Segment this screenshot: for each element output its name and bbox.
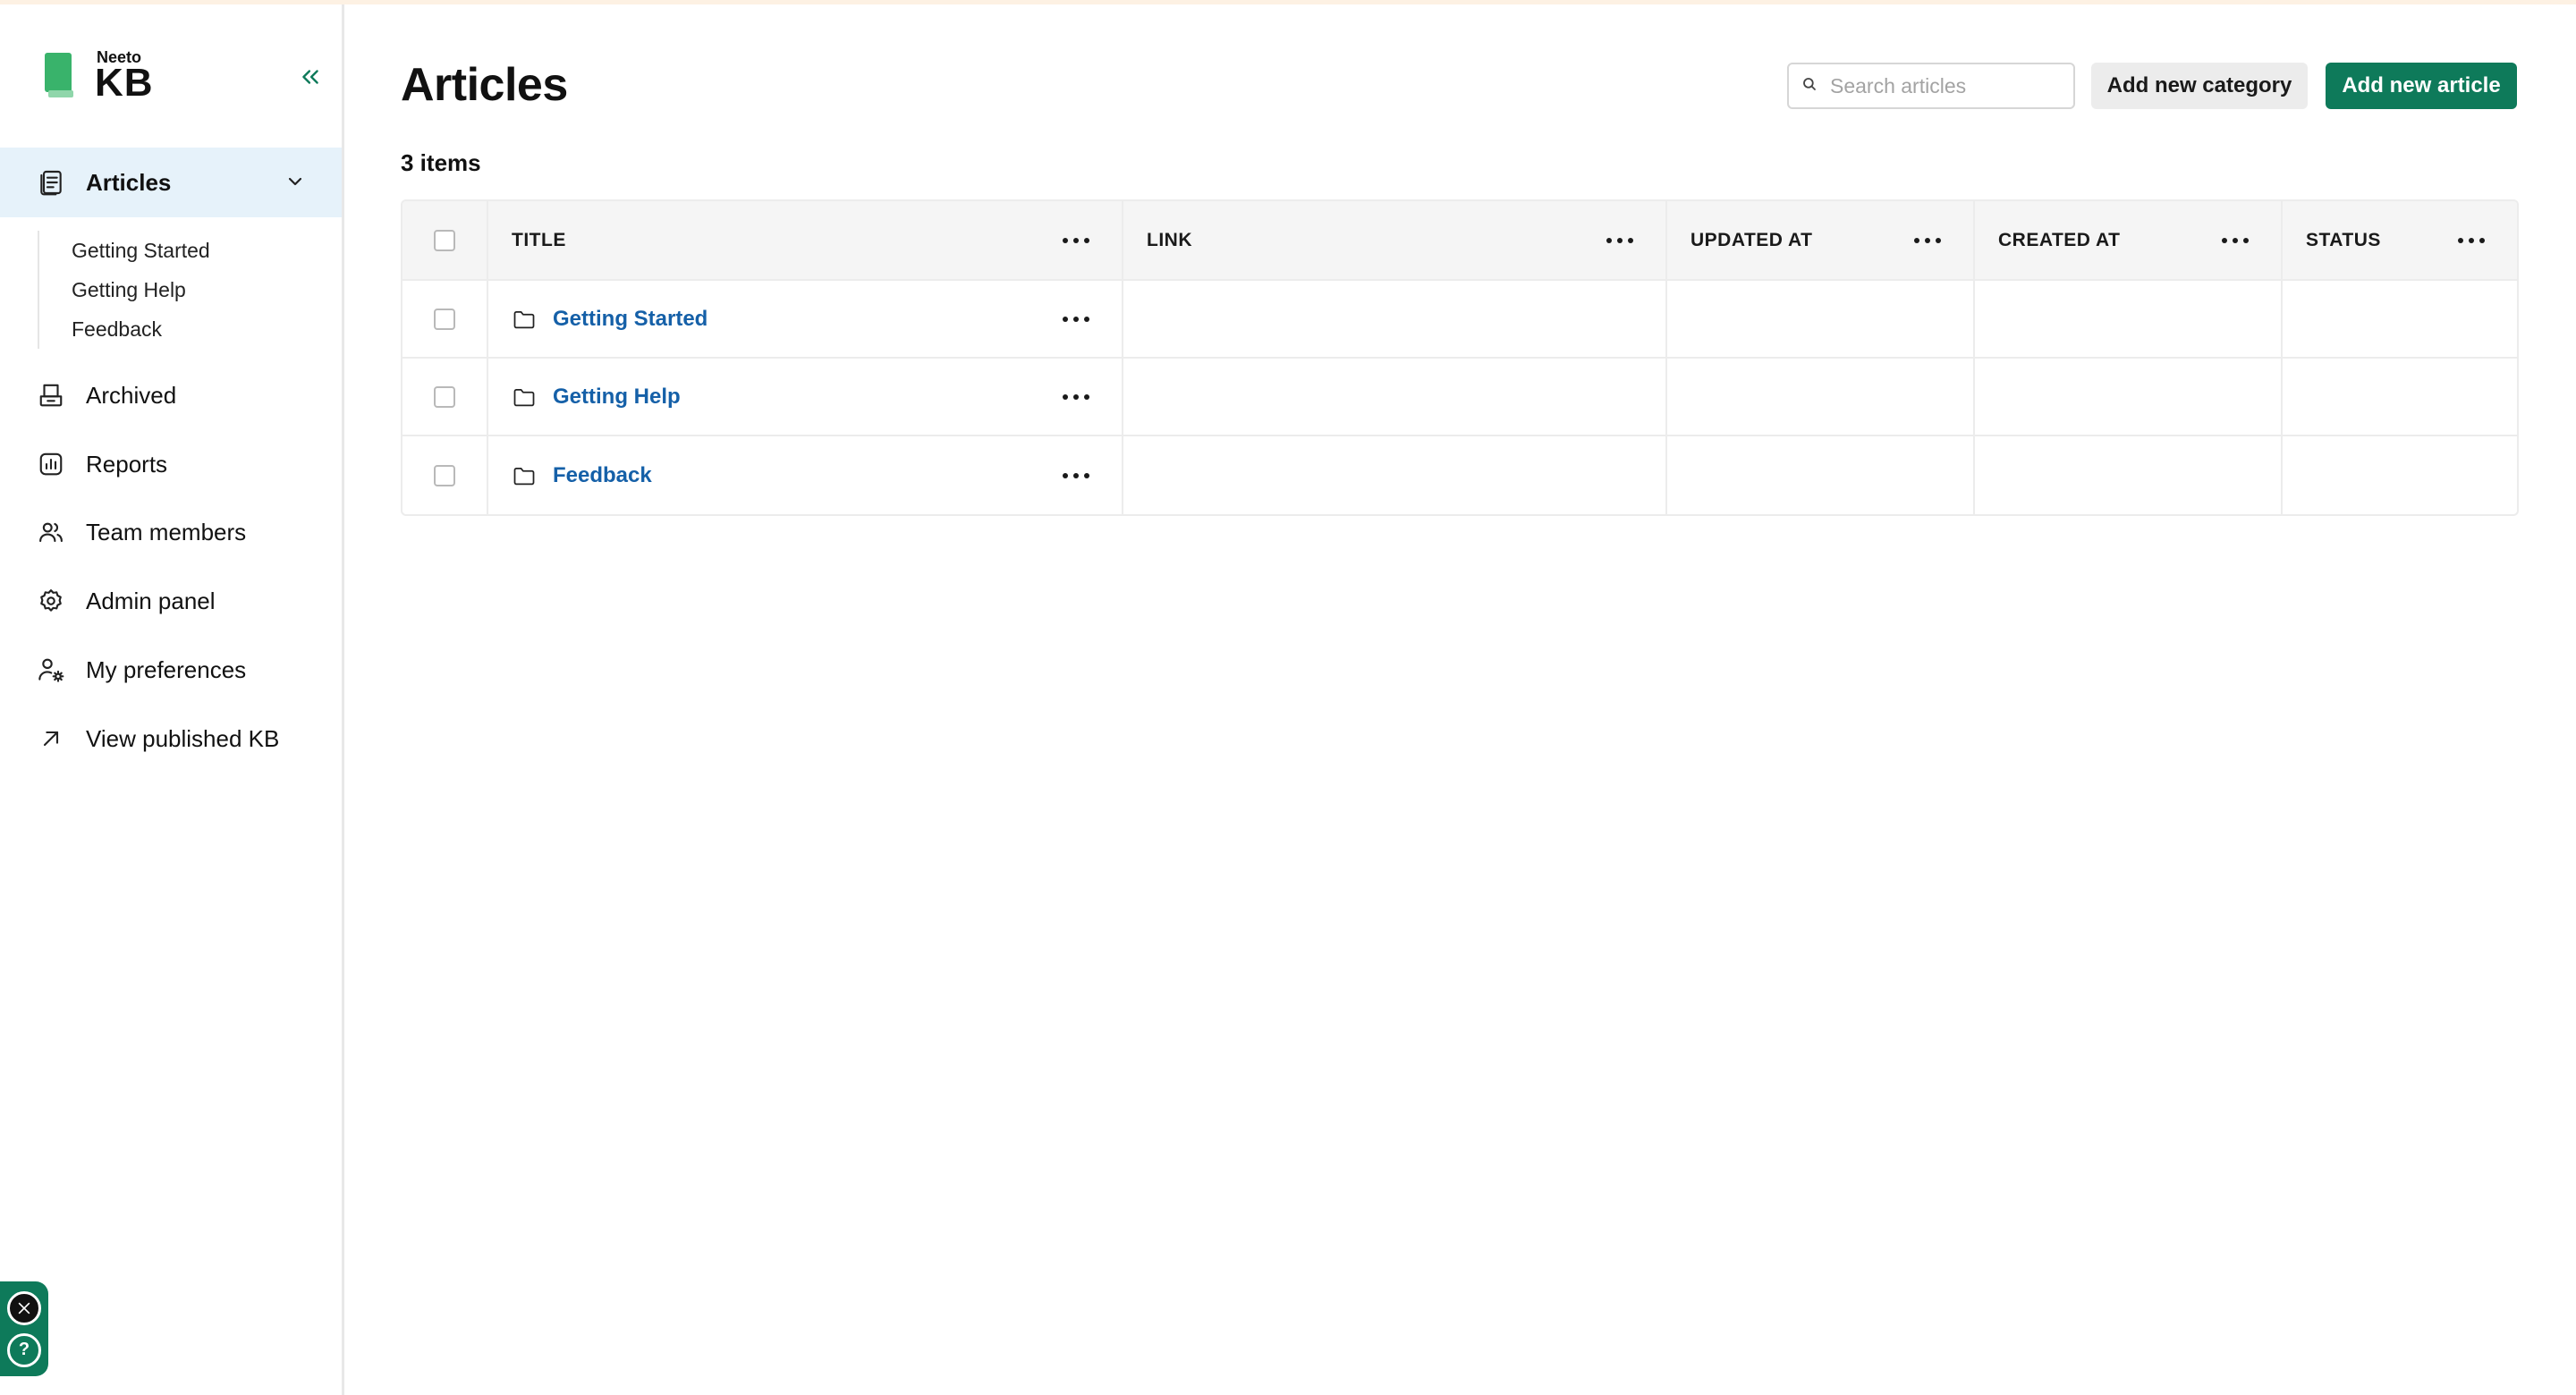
book-logo-icon — [41, 49, 77, 103]
sidebar-item-label: Articles — [86, 168, 172, 196]
articles-icon — [36, 167, 66, 198]
search-icon — [1801, 76, 1818, 97]
column-menu-icon[interactable] — [1606, 232, 1633, 249]
articles-subnav: Getting Started Getting Help Feedback — [38, 231, 324, 349]
column-menu-icon[interactable] — [1063, 232, 1089, 249]
table-row[interactable]: Feedback — [402, 436, 2517, 514]
column-header-title[interactable]: TITLE — [512, 230, 566, 251]
sidebar-item-team-members[interactable]: Team members — [36, 505, 322, 559]
sidebar-item-label: Archived — [86, 381, 177, 409]
chat-widget-icon[interactable] — [7, 1290, 41, 1325]
column-menu-icon[interactable] — [1914, 232, 1941, 249]
help-widget: ? — [0, 1281, 48, 1376]
sidebar-item-label: View published KB — [86, 724, 280, 752]
category-title-link[interactable]: Feedback — [553, 463, 652, 488]
row-menu-icon[interactable] — [1063, 310, 1089, 328]
sidebar-subitem-getting-help[interactable]: Getting Help — [39, 270, 324, 309]
sidebar-item-label: Admin panel — [86, 587, 216, 614]
main-content: Articles 3 items Add new category Add ne… — [347, 4, 2576, 1395]
sidebar-item-label: Reports — [86, 450, 168, 478]
row-checkbox[interactable] — [434, 308, 455, 330]
folder-icon — [512, 462, 538, 489]
sidebar-subitem-feedback[interactable]: Feedback — [39, 309, 324, 349]
select-all-checkbox[interactable] — [434, 229, 455, 251]
sidebar: Neeto KB Articles Getting Started Gettin… — [0, 4, 344, 1395]
external-arrow-icon — [36, 723, 66, 754]
items-count: 3 items — [401, 149, 481, 176]
sidebar-item-my-preferences[interactable]: My preferences — [36, 643, 322, 697]
table-header-row: TITLE LINK UPDATED AT CREATED AT STATUS — [402, 201, 2517, 281]
sidebar-item-articles[interactable]: Articles — [0, 148, 342, 217]
row-checkbox[interactable] — [434, 464, 455, 486]
row-menu-icon[interactable] — [1063, 467, 1089, 485]
table-row[interactable]: Getting Started — [402, 281, 2517, 359]
categories-table: TITLE LINK UPDATED AT CREATED AT STATUS — [401, 199, 2519, 516]
table-row[interactable]: Getting Help — [402, 359, 2517, 436]
sidebar-item-admin-panel[interactable]: Admin panel — [36, 574, 322, 628]
category-title-link[interactable]: Getting Started — [553, 307, 708, 332]
column-header-link[interactable]: LINK — [1147, 230, 1192, 251]
folder-icon — [512, 384, 538, 410]
row-menu-icon[interactable] — [1063, 388, 1089, 406]
column-header-updated-at[interactable]: UPDATED AT — [1690, 230, 1812, 251]
add-new-article-button[interactable]: Add new article — [2326, 63, 2517, 109]
sidebar-item-view-published-kb[interactable]: View published KB — [36, 712, 322, 765]
search-input[interactable] — [1830, 73, 2072, 98]
help-icon[interactable]: ? — [7, 1332, 41, 1367]
sidebar-item-label: Team members — [86, 518, 247, 545]
user-settings-icon — [36, 655, 66, 685]
sidebar-item-label: My preferences — [86, 655, 247, 683]
chevron-down-icon[interactable] — [284, 171, 306, 197]
team-icon — [36, 517, 66, 547]
page-title: Articles — [401, 59, 568, 111]
sidebar-subitem-getting-started[interactable]: Getting Started — [39, 231, 324, 270]
gear-icon — [36, 586, 66, 616]
column-header-created-at[interactable]: CREATED AT — [1998, 230, 2120, 251]
add-new-category-button[interactable]: Add new category — [2091, 63, 2308, 109]
reports-icon — [36, 449, 66, 479]
column-header-status[interactable]: STATUS — [2306, 230, 2381, 251]
row-checkbox[interactable] — [434, 385, 455, 408]
column-menu-icon[interactable] — [2458, 232, 2485, 249]
sidebar-item-archived[interactable]: Archived — [36, 368, 322, 422]
brand-logo[interactable]: Neeto KB — [41, 49, 154, 103]
search-field[interactable] — [1787, 63, 2075, 109]
category-title-link[interactable]: Getting Help — [553, 385, 681, 410]
column-menu-icon[interactable] — [2222, 232, 2249, 249]
brand-big-text: KB — [95, 61, 154, 105]
folder-icon — [512, 306, 538, 333]
collapse-sidebar-icon[interactable] — [295, 62, 326, 92]
archive-icon — [36, 380, 66, 410]
sidebar-item-reports[interactable]: Reports — [36, 437, 322, 491]
